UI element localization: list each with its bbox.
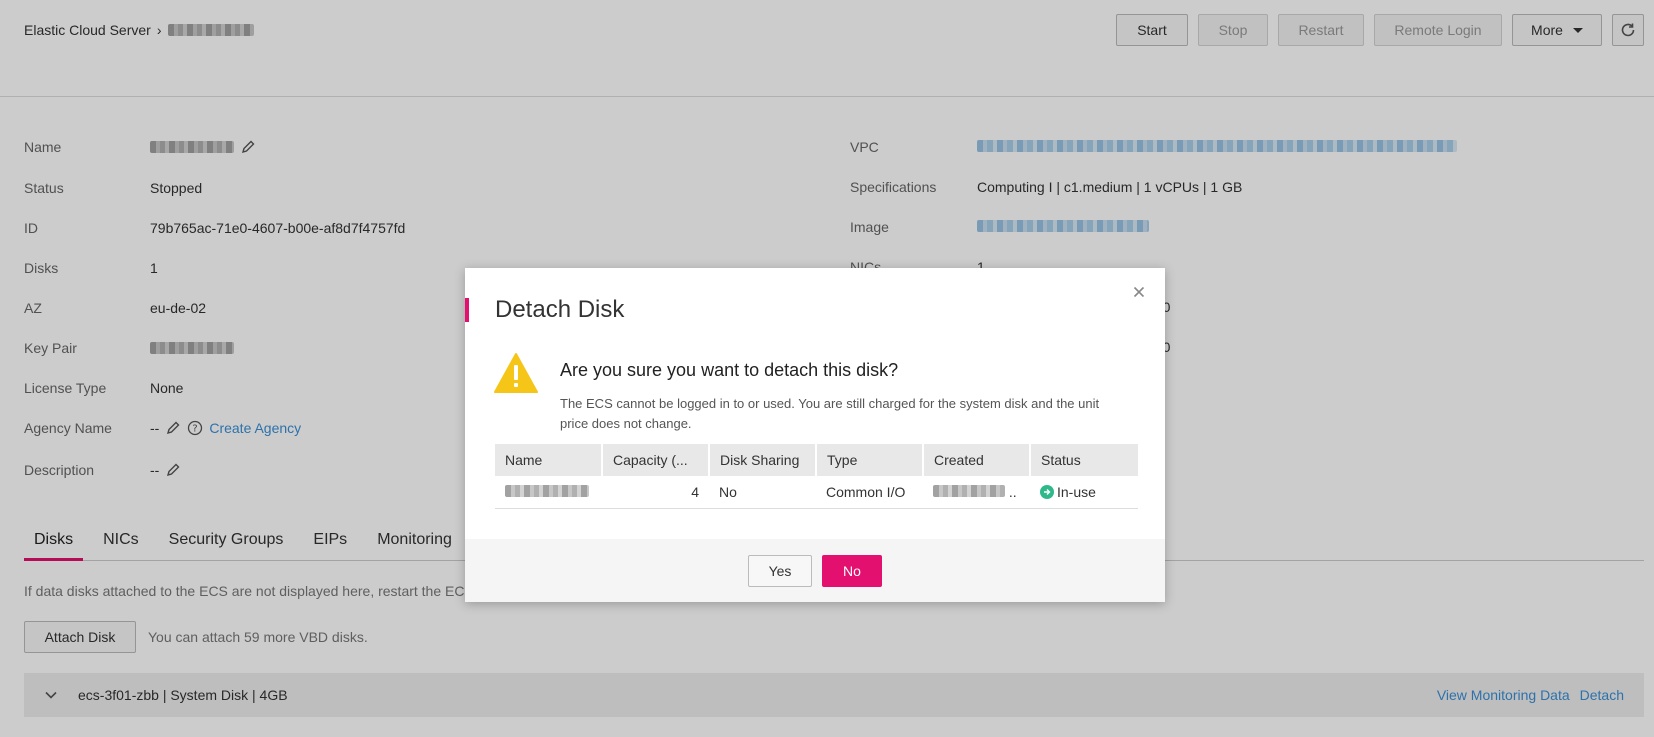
col-disk-sharing: Disk Sharing — [709, 444, 817, 476]
status-text: In-use — [1057, 483, 1096, 500]
disk-table: Name Capacity (... Disk Sharing Type Cre… — [495, 444, 1138, 509]
close-icon[interactable] — [1131, 284, 1147, 300]
col-status: Status — [1030, 444, 1138, 476]
dialog-accent-bar — [465, 298, 469, 322]
cell-type: Common I/O — [816, 476, 923, 509]
created-ellipsis: .. — [1008, 483, 1017, 500]
table-header-row: Name Capacity (... Disk Sharing Type Cre… — [495, 444, 1138, 476]
confirm-question: Are you sure you want to detach this dis… — [560, 360, 899, 380]
col-capacity: Capacity (... — [602, 444, 710, 476]
table-row: 4 No Common I/O .. In-use — [495, 476, 1138, 509]
no-button[interactable]: No — [822, 554, 882, 587]
cell-capacity: 4 — [602, 476, 709, 509]
detach-disk-dialog: Detach Disk Are you sure you want to det… — [465, 268, 1165, 602]
cell-sharing: No — [709, 476, 816, 509]
col-type: Type — [816, 444, 924, 476]
col-name: Name — [495, 444, 603, 476]
cell-status: In-use — [1030, 476, 1138, 509]
cell-name — [495, 476, 602, 509]
created-redacted — [933, 484, 1005, 497]
in-use-status-icon — [1040, 484, 1054, 499]
dialog-title: Detach Disk — [495, 296, 625, 323]
confirm-description: The ECS cannot be logged in to or used. … — [560, 396, 1100, 431]
dialog-footer: Yes No — [465, 539, 1165, 602]
warning-icon — [494, 353, 538, 393]
yes-button[interactable]: Yes — [748, 554, 812, 587]
col-created: Created — [923, 444, 1031, 476]
cell-created: .. — [923, 476, 1030, 509]
disk-name-redacted — [505, 484, 589, 497]
